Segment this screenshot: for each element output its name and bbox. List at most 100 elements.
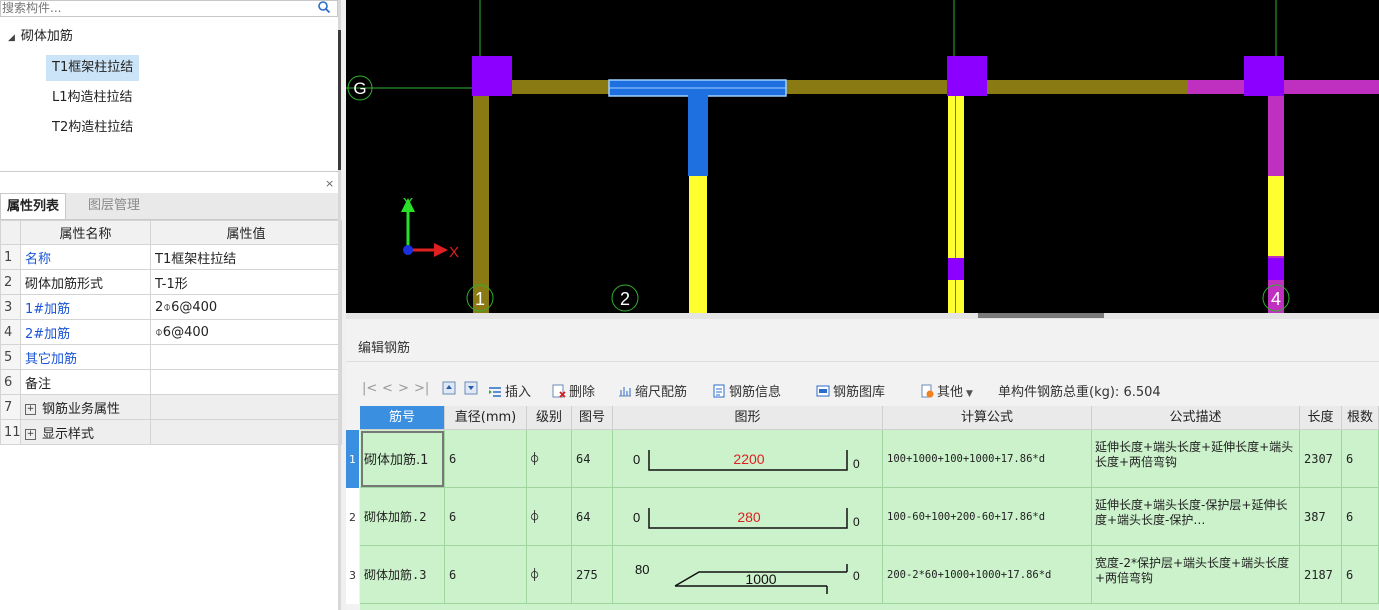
- close-icon[interactable]: ×: [325, 177, 334, 190]
- property-value[interactable]: [150, 369, 342, 395]
- property-value[interactable]: T-1形: [150, 269, 342, 295]
- shape-main-value[interactable]: 1000: [745, 571, 776, 587]
- tab-properties[interactable]: 属性列表: [0, 193, 67, 219]
- diameter-cell[interactable]: 6: [445, 488, 527, 546]
- table-row[interactable]: 2 砌体加筋.2 6 ⌽ 64 0 280 0 100-60+100+200-6…: [346, 488, 1379, 546]
- bar-name-cell[interactable]: 砌体加筋.2: [360, 488, 445, 546]
- column-4[interactable]: [1244, 56, 1284, 96]
- desc-cell[interactable]: 延伸长度+端头长度+延伸长度+端头长度+两倍弯钩: [1092, 430, 1300, 488]
- formula-cell[interactable]: 100+1000+100+1000+17.86*d: [883, 430, 1092, 488]
- shape-cell[interactable]: 0 280 0: [613, 488, 883, 546]
- shape-right-value[interactable]: 0: [853, 457, 860, 471]
- move-down-button[interactable]: [464, 381, 481, 397]
- search-box[interactable]: [0, 0, 338, 17]
- desc-cell[interactable]: 宽度-2*保护层+端头长度+端头长度+两倍弯钩: [1092, 546, 1300, 604]
- beam-vertical-left[interactable]: [473, 88, 489, 313]
- col-header-desc[interactable]: 公式描述: [1092, 406, 1300, 430]
- col-header-count[interactable]: 根数: [1342, 406, 1379, 430]
- grade-cell[interactable]: ⌽: [527, 488, 572, 546]
- col-header-fig[interactable]: 图号: [572, 406, 613, 430]
- rebar-library-button[interactable]: 钢筋图库: [816, 381, 885, 400]
- count-cell[interactable]: 6: [1342, 546, 1379, 604]
- property-row[interactable]: 3 1#加筋 2⌽6@400: [0, 294, 342, 320]
- yellow-wall-4[interactable]: [1268, 176, 1284, 256]
- search-icon[interactable]: [317, 0, 331, 15]
- property-group[interactable]: + 钢筋业务属性: [20, 394, 151, 420]
- shape-right-value[interactable]: 0: [853, 515, 860, 529]
- desc-cell[interactable]: 延伸长度+端头长度-保护层+延伸长度+端头长度-保护…: [1092, 488, 1300, 546]
- row-header[interactable]: 1: [346, 430, 359, 488]
- vertical-splitter[interactable]: [338, 0, 341, 610]
- move-up-button[interactable]: [442, 381, 459, 397]
- column-3[interactable]: [947, 56, 987, 96]
- shape-left-value[interactable]: 0: [633, 452, 640, 467]
- formula-cell[interactable]: 100-60+100+200-60+17.86*d: [883, 488, 1092, 546]
- splitter-handle[interactable]: [338, 30, 341, 170]
- selected-t-rebar-stem[interactable]: [688, 94, 708, 176]
- drawing-svg[interactable]: G 1 2 4 Y X: [346, 0, 1379, 313]
- length-cell[interactable]: 2307: [1300, 430, 1342, 488]
- bar-name-cell[interactable]: 砌体加筋.1: [360, 430, 445, 488]
- nav-first-button[interactable]: |<: [362, 381, 377, 396]
- count-cell[interactable]: 6: [1342, 488, 1379, 546]
- diameter-cell[interactable]: 6: [445, 430, 527, 488]
- property-group[interactable]: + 显示样式: [20, 419, 151, 445]
- col-header-length[interactable]: 长度: [1300, 406, 1342, 430]
- property-row[interactable]: 6 备注: [0, 369, 342, 395]
- scrollbar-thumb[interactable]: [978, 313, 1104, 318]
- col-header-grade[interactable]: 级别: [527, 406, 572, 430]
- tree-item-t1[interactable]: T1框架柱拉结: [46, 55, 140, 81]
- column-1[interactable]: [472, 56, 512, 96]
- fig-cell[interactable]: 64: [572, 488, 613, 546]
- other-dropdown[interactable]: 其他 ▼: [920, 381, 973, 400]
- scale-rebar-button[interactable]: 缩尺配筋: [618, 381, 687, 400]
- count-cell[interactable]: 6: [1342, 430, 1379, 488]
- expand-plus-icon[interactable]: +: [25, 403, 36, 415]
- property-value[interactable]: [150, 344, 342, 370]
- length-cell[interactable]: 2187: [1300, 546, 1342, 604]
- property-row[interactable]: 2 砌体加筋形式 T-1形: [0, 269, 342, 295]
- drawing-canvas[interactable]: G 1 2 4 Y X: [346, 0, 1379, 313]
- property-row[interactable]: 1 名称 T1框架柱拉结: [0, 244, 342, 270]
- shape-left-value[interactable]: 80: [635, 562, 649, 577]
- shape-left-value[interactable]: 0: [633, 510, 640, 525]
- col-header-shape[interactable]: 图形: [613, 406, 883, 430]
- fig-cell[interactable]: 275: [572, 546, 613, 604]
- rebar-info-button[interactable]: 钢筋信息: [712, 381, 781, 400]
- search-input[interactable]: [1, 0, 302, 17]
- expand-arrow-icon[interactable]: ◢: [8, 29, 15, 47]
- table-row[interactable]: 3 砌体加筋.3 6 ⌽ 275 80 1000 0 200-2*60+1000…: [346, 546, 1379, 610]
- formula-cell[interactable]: 200-2*60+1000+1000+17.86*d: [883, 546, 1092, 604]
- bar-name-cell[interactable]: 砌体加筋.3: [360, 546, 445, 604]
- shape-right-value[interactable]: 0: [853, 569, 860, 583]
- col-header-formula[interactable]: 计算公式: [883, 406, 1092, 430]
- property-row[interactable]: 11 + 显示样式: [0, 419, 342, 445]
- nav-next-button[interactable]: >: [398, 381, 409, 396]
- grade-cell[interactable]: ⌽: [527, 430, 572, 488]
- length-cell[interactable]: 387: [1300, 488, 1342, 546]
- diameter-cell[interactable]: 6: [445, 546, 527, 604]
- insert-button[interactable]: 插入: [488, 381, 531, 400]
- shape-main-value[interactable]: 280: [737, 509, 761, 525]
- nav-last-button[interactable]: >|: [414, 381, 429, 396]
- shape-cell[interactable]: 80 1000 0: [613, 546, 883, 604]
- wall-opening-3[interactable]: [948, 258, 964, 280]
- tree-item-l1[interactable]: L1构造柱拉结: [46, 85, 139, 111]
- property-row[interactable]: 4 2#加筋 ⌽6@400: [0, 319, 342, 345]
- property-value[interactable]: 2⌽6@400: [150, 294, 342, 320]
- col-header-bar-no[interactable]: 筋号: [360, 406, 445, 430]
- tab-layers[interactable]: 图层管理: [82, 193, 146, 218]
- shape-main-value[interactable]: 2200: [733, 451, 764, 467]
- col-header-diameter[interactable]: 直径(mm): [445, 406, 527, 430]
- nav-prev-button[interactable]: <: [382, 381, 393, 396]
- fig-cell[interactable]: 64: [572, 430, 613, 488]
- property-value[interactable]: ⌽6@400: [150, 319, 342, 345]
- property-row[interactable]: 7 + 钢筋业务属性: [0, 394, 342, 420]
- shape-cell[interactable]: 0 2200 0: [613, 430, 883, 488]
- tree-item-t2[interactable]: T2构造柱拉结: [46, 115, 139, 141]
- row-header[interactable]: 3: [346, 546, 359, 604]
- yellow-wall-2[interactable]: [689, 176, 707, 313]
- tree-root[interactable]: ◢ 砌体加筋: [8, 28, 73, 46]
- property-row[interactable]: 5 其它加筋: [0, 344, 342, 370]
- table-row[interactable]: 1 砌体加筋.1 6 ⌽ 64 0 2200 0 100+1000+100+10…: [346, 430, 1379, 488]
